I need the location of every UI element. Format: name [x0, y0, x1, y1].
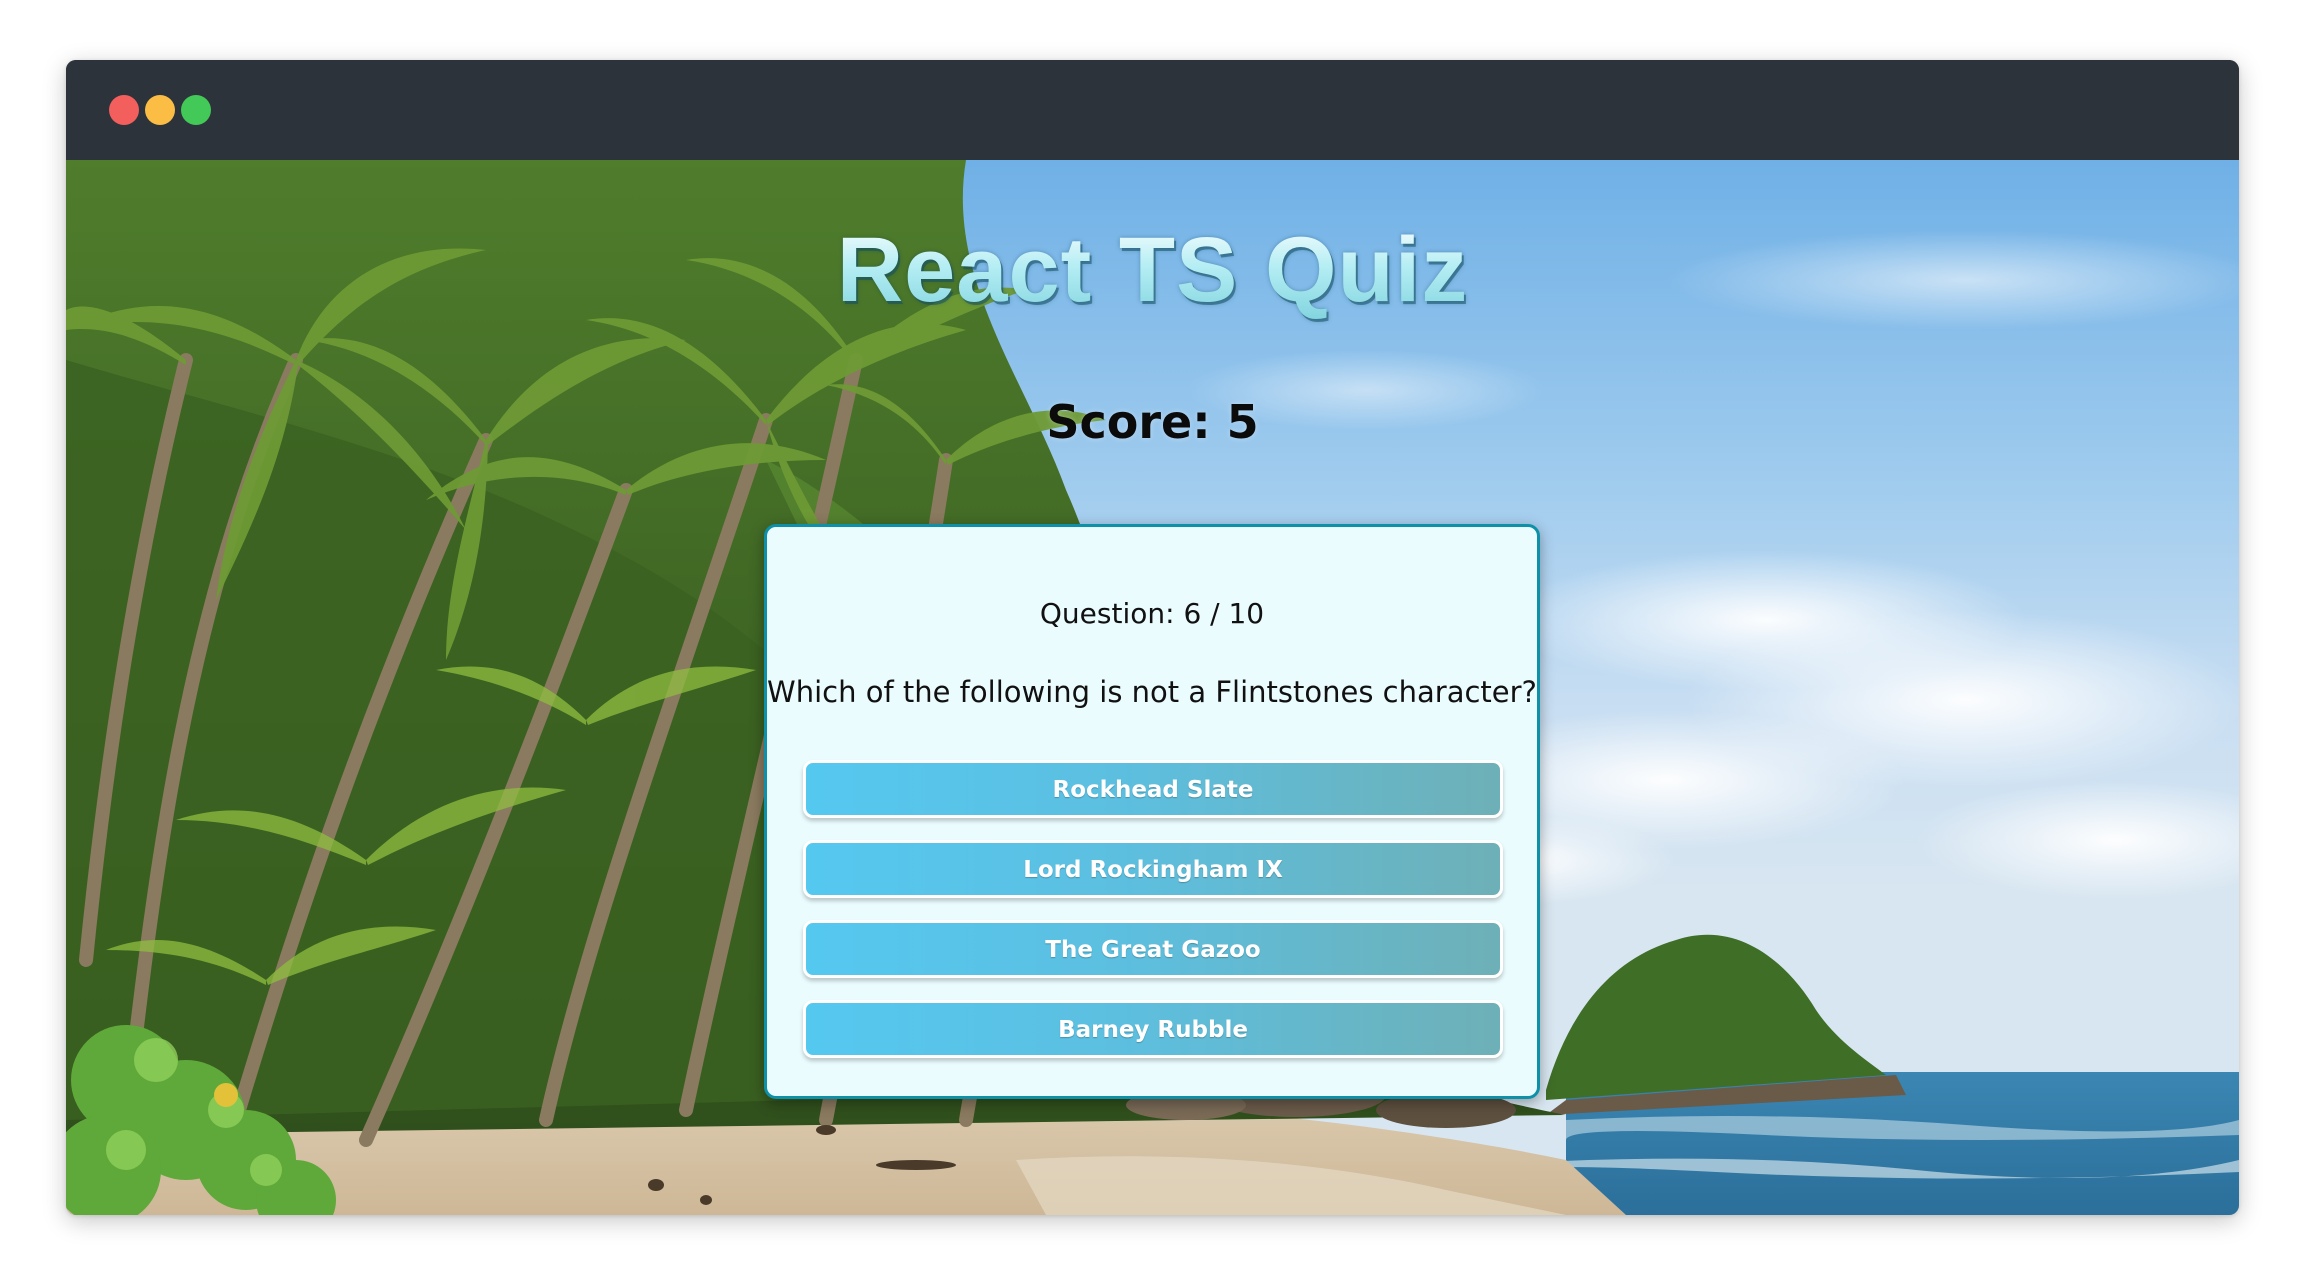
answer-button-2[interactable]: Lord Rockingham IX [803, 840, 1503, 898]
window-titlebar [66, 60, 2239, 160]
score-display: Score: 5 [1046, 395, 1259, 449]
close-window-button[interactable] [109, 95, 139, 125]
answer-button-1[interactable]: Rockhead Slate [803, 760, 1503, 818]
question-card: Question: 6 / 10 Which of the following … [764, 524, 1540, 1099]
question-text: Which of the following is not a Flintsto… [767, 675, 1537, 709]
app-title: React TS Quiz [66, 218, 2239, 323]
maximize-window-button[interactable] [181, 95, 211, 125]
question-number: Question: 6 / 10 [1039, 597, 1265, 630]
browser-window: React TS Quiz Score: 5 Question: 6 / 10 … [66, 60, 2239, 1215]
page-viewport: React TS Quiz Score: 5 Question: 6 / 10 … [66, 160, 2239, 1215]
answer-button-4[interactable]: Barney Rubble [803, 1000, 1503, 1058]
answer-button-3[interactable]: The Great Gazoo [803, 920, 1503, 978]
minimize-window-button[interactable] [145, 95, 175, 125]
